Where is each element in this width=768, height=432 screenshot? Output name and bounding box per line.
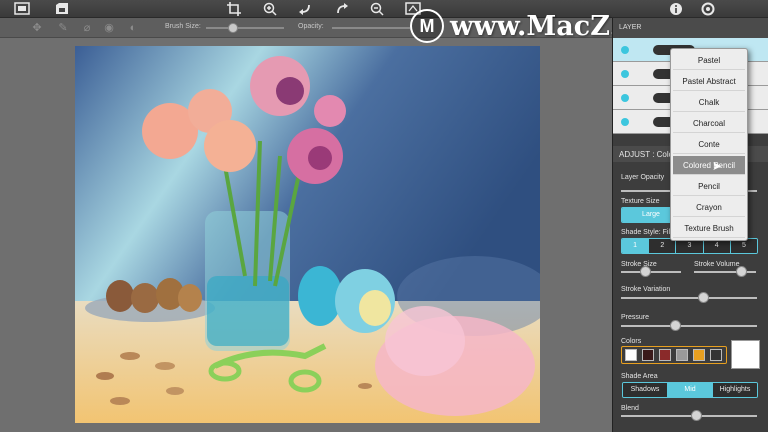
pressure-slider[interactable] (621, 325, 757, 327)
brush-icon[interactable]: ✎ (56, 21, 70, 35)
mouse-cursor-icon: ➤ (712, 159, 723, 173)
shade-style-option[interactable]: 4 (703, 239, 731, 253)
pressure-label: Pressure (621, 314, 650, 321)
dropdown-item[interactable]: Pastel (673, 51, 745, 70)
move-icon[interactable]: ✥ (30, 21, 44, 35)
layer-visibility-dot[interactable] (621, 46, 629, 54)
stroke-size-slider[interactable] (621, 271, 681, 273)
selected-color-box[interactable] (731, 340, 760, 369)
dropdown-item[interactable]: Pencil (673, 177, 745, 196)
colors-label: Colors (621, 338, 642, 345)
dropdown-item[interactable]: Charcoal (673, 114, 745, 133)
layers-header: LAYER (613, 18, 768, 38)
stroke-variation-slider[interactable] (621, 297, 757, 299)
dropdown-item[interactable]: Chalk (673, 93, 745, 112)
crop-icon[interactable] (226, 2, 242, 16)
dropdown-item[interactable]: Pastel Abstract (673, 72, 745, 91)
layer-visibility-dot[interactable] (621, 118, 629, 126)
shade-area-control[interactable]: Shadows Mid Highlights (622, 382, 758, 398)
undo-icon[interactable] (297, 2, 313, 16)
dropdown-item-selected[interactable]: Colored Pencil (673, 156, 745, 175)
image-icon[interactable] (14, 2, 30, 16)
watermark-logo: M (410, 9, 444, 43)
color-swatch[interactable] (642, 349, 654, 361)
shade-style-option[interactable]: 5 (730, 239, 757, 253)
zoom-in-icon[interactable] (262, 2, 278, 16)
artwork-canvas[interactable] (75, 46, 540, 423)
layer-visibility-dot[interactable] (621, 94, 629, 102)
dropdown-item[interactable]: Crayon (673, 198, 745, 217)
color-swatch[interactable] (693, 349, 705, 361)
shade-style-option[interactable]: 3 (676, 239, 704, 253)
stroke-size-knob[interactable] (640, 266, 651, 277)
shade-style-option[interactable]: 1 (622, 239, 650, 253)
shade-area-label: Shade Area (621, 373, 658, 380)
stroke-volume-knob[interactable] (735, 266, 747, 277)
color-swatch[interactable] (710, 349, 722, 361)
save-icon[interactable] (54, 2, 70, 16)
fill-icon[interactable]: ◉ (102, 21, 116, 35)
opacity-slider[interactable] (332, 27, 410, 29)
color-swatch[interactable] (676, 349, 688, 361)
shade-style-label: Shade Style: Fill (621, 229, 672, 236)
blend-knob[interactable] (690, 410, 702, 421)
brush-type-dropdown: Pastel Pastel Abstract Chalk Charcoal Co… (670, 48, 748, 241)
stroke-volume-slider[interactable] (694, 271, 756, 273)
zoom-out-icon[interactable] (369, 2, 385, 16)
shade-area-highlights[interactable]: Highlights (713, 383, 757, 397)
blend-label: Blend (621, 405, 639, 412)
stroke-variation-knob[interactable] (697, 292, 709, 303)
eraser-icon[interactable]: ⌀ (80, 21, 94, 35)
brush-size-label: Brush Size: (165, 23, 201, 30)
opacity-label: Opacity: (298, 23, 324, 30)
blend-slider[interactable] (621, 415, 757, 417)
color-swatch[interactable] (659, 349, 671, 361)
stroke-volume-label: Stroke Volume (694, 261, 740, 268)
brush-size-knob[interactable] (228, 23, 239, 33)
redo-icon[interactable] (334, 2, 350, 16)
dropdown-item[interactable]: Texture Brush (673, 219, 745, 238)
layer-opacity-label: Layer Opacity (621, 174, 665, 181)
shade-area-shadows[interactable]: Shadows (623, 383, 668, 397)
stroke-size-label: Stroke Size (621, 261, 657, 268)
color-swatch[interactable] (625, 349, 637, 361)
shade-style-option[interactable]: 2 (649, 239, 677, 253)
shade-area-mid[interactable]: Mid (668, 383, 713, 397)
texture-size-label: Texture Size (621, 198, 660, 205)
layer-visibility-dot[interactable] (621, 70, 629, 78)
brush-size-slider[interactable] (206, 27, 284, 29)
stroke-variation-label: Stroke Variation (621, 286, 671, 293)
dropdown-item[interactable]: Conte (673, 135, 745, 154)
color-picker-icon[interactable]: ◐ (126, 21, 140, 35)
